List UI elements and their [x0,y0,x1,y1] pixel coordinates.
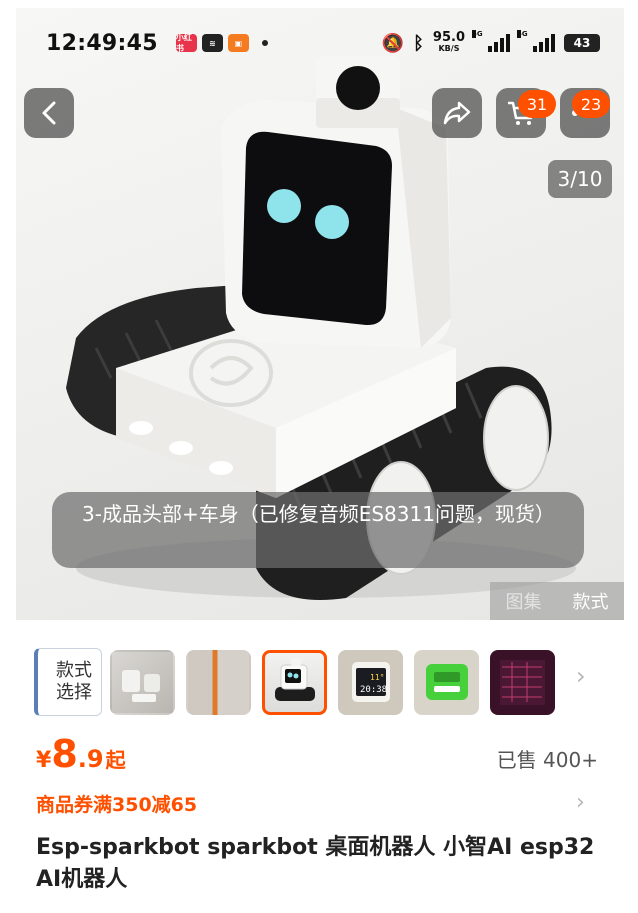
svg-text:20:38: 20:38 [360,685,387,695]
style-thumb-4[interactable]: 11° 20:38 [338,649,403,715]
style-thumb-5[interactable] [414,649,479,715]
style-label-line2: 选择 [56,682,92,703]
status-bar: 12:49:45 小红书 ≋ ▣ 🔕 ᛒ 95.0 KB/S 5G 5G 43 [16,8,624,78]
xiaohongshu-icon: 小红书 [175,33,197,53]
bluetooth-icon: ᛒ [413,32,424,54]
gallery-view-switch[interactable]: 图集 款式 [490,582,624,620]
price-integer: 8 [51,732,78,776]
style-thumb-2[interactable] [186,649,251,715]
taobao-notification-icon: ▣ [227,34,249,52]
price: ¥ 8 .9 起 [36,732,126,776]
tab-gallery[interactable]: 图集 [506,588,542,614]
notification-icons: 小红书 ≋ ▣ [175,33,268,53]
style-thumb-1[interactable] [110,649,175,715]
more-notifications-dot [261,40,268,46]
sold-count: 已售 400+ [496,748,598,772]
price-suffix: 起 [105,748,126,772]
battery-indicator: 43 [564,34,600,52]
style-selector: 款式 选择 11° 20:38 › [0,640,638,724]
price-decimal: .9 [77,745,104,773]
style-thumb-3[interactable] [262,649,327,715]
image-caption: 3-成品头部+车身（已修复音频ES8311问题，现货） [52,492,584,568]
coupon-text: 商品券满350减65 [36,794,198,816]
mute-icon: 🔕 [381,32,405,54]
svg-text:11°: 11° [370,673,384,682]
cart-count-badge: 31 [518,90,556,118]
style-thumb-6[interactable] [490,649,555,715]
signal-icon: 5G [517,30,555,52]
coupon-row[interactable]: 商品券满350减65 › [0,790,638,820]
app-notification-icon: ≋ [201,34,223,52]
style-thumbnails: 11° 20:38 [110,649,555,715]
price-row: ¥ 8 .9 起 已售 400+ [0,732,638,780]
style-label-line1: 款式 [56,660,92,681]
chevron-right-icon: › [576,790,585,815]
tab-styles[interactable]: 款式 [573,588,609,614]
status-time: 12:49:45 [46,30,158,56]
back-button[interactable] [24,88,74,138]
product-gallery[interactable]: 12:49:45 小红书 ≋ ▣ 🔕 ᛒ 95.0 KB/S 5G 5G 43 [16,8,624,620]
price-currency: ¥ [36,748,52,773]
network-speed: 95.0 KB/S [432,30,465,53]
style-select-button[interactable]: 款式 选择 [34,648,102,716]
share-button[interactable] [432,88,482,138]
message-count-badge: 23 [572,90,610,118]
image-page-indicator: 3/10 [548,160,612,198]
chevron-right-icon[interactable]: › [576,662,586,690]
product-title: Esp-sparkbot sparkbot 桌面机器人 小智AI esp32 A… [36,835,595,892]
signal-icon: 5G [472,30,510,52]
share-icon [443,101,471,125]
back-icon [42,101,56,125]
